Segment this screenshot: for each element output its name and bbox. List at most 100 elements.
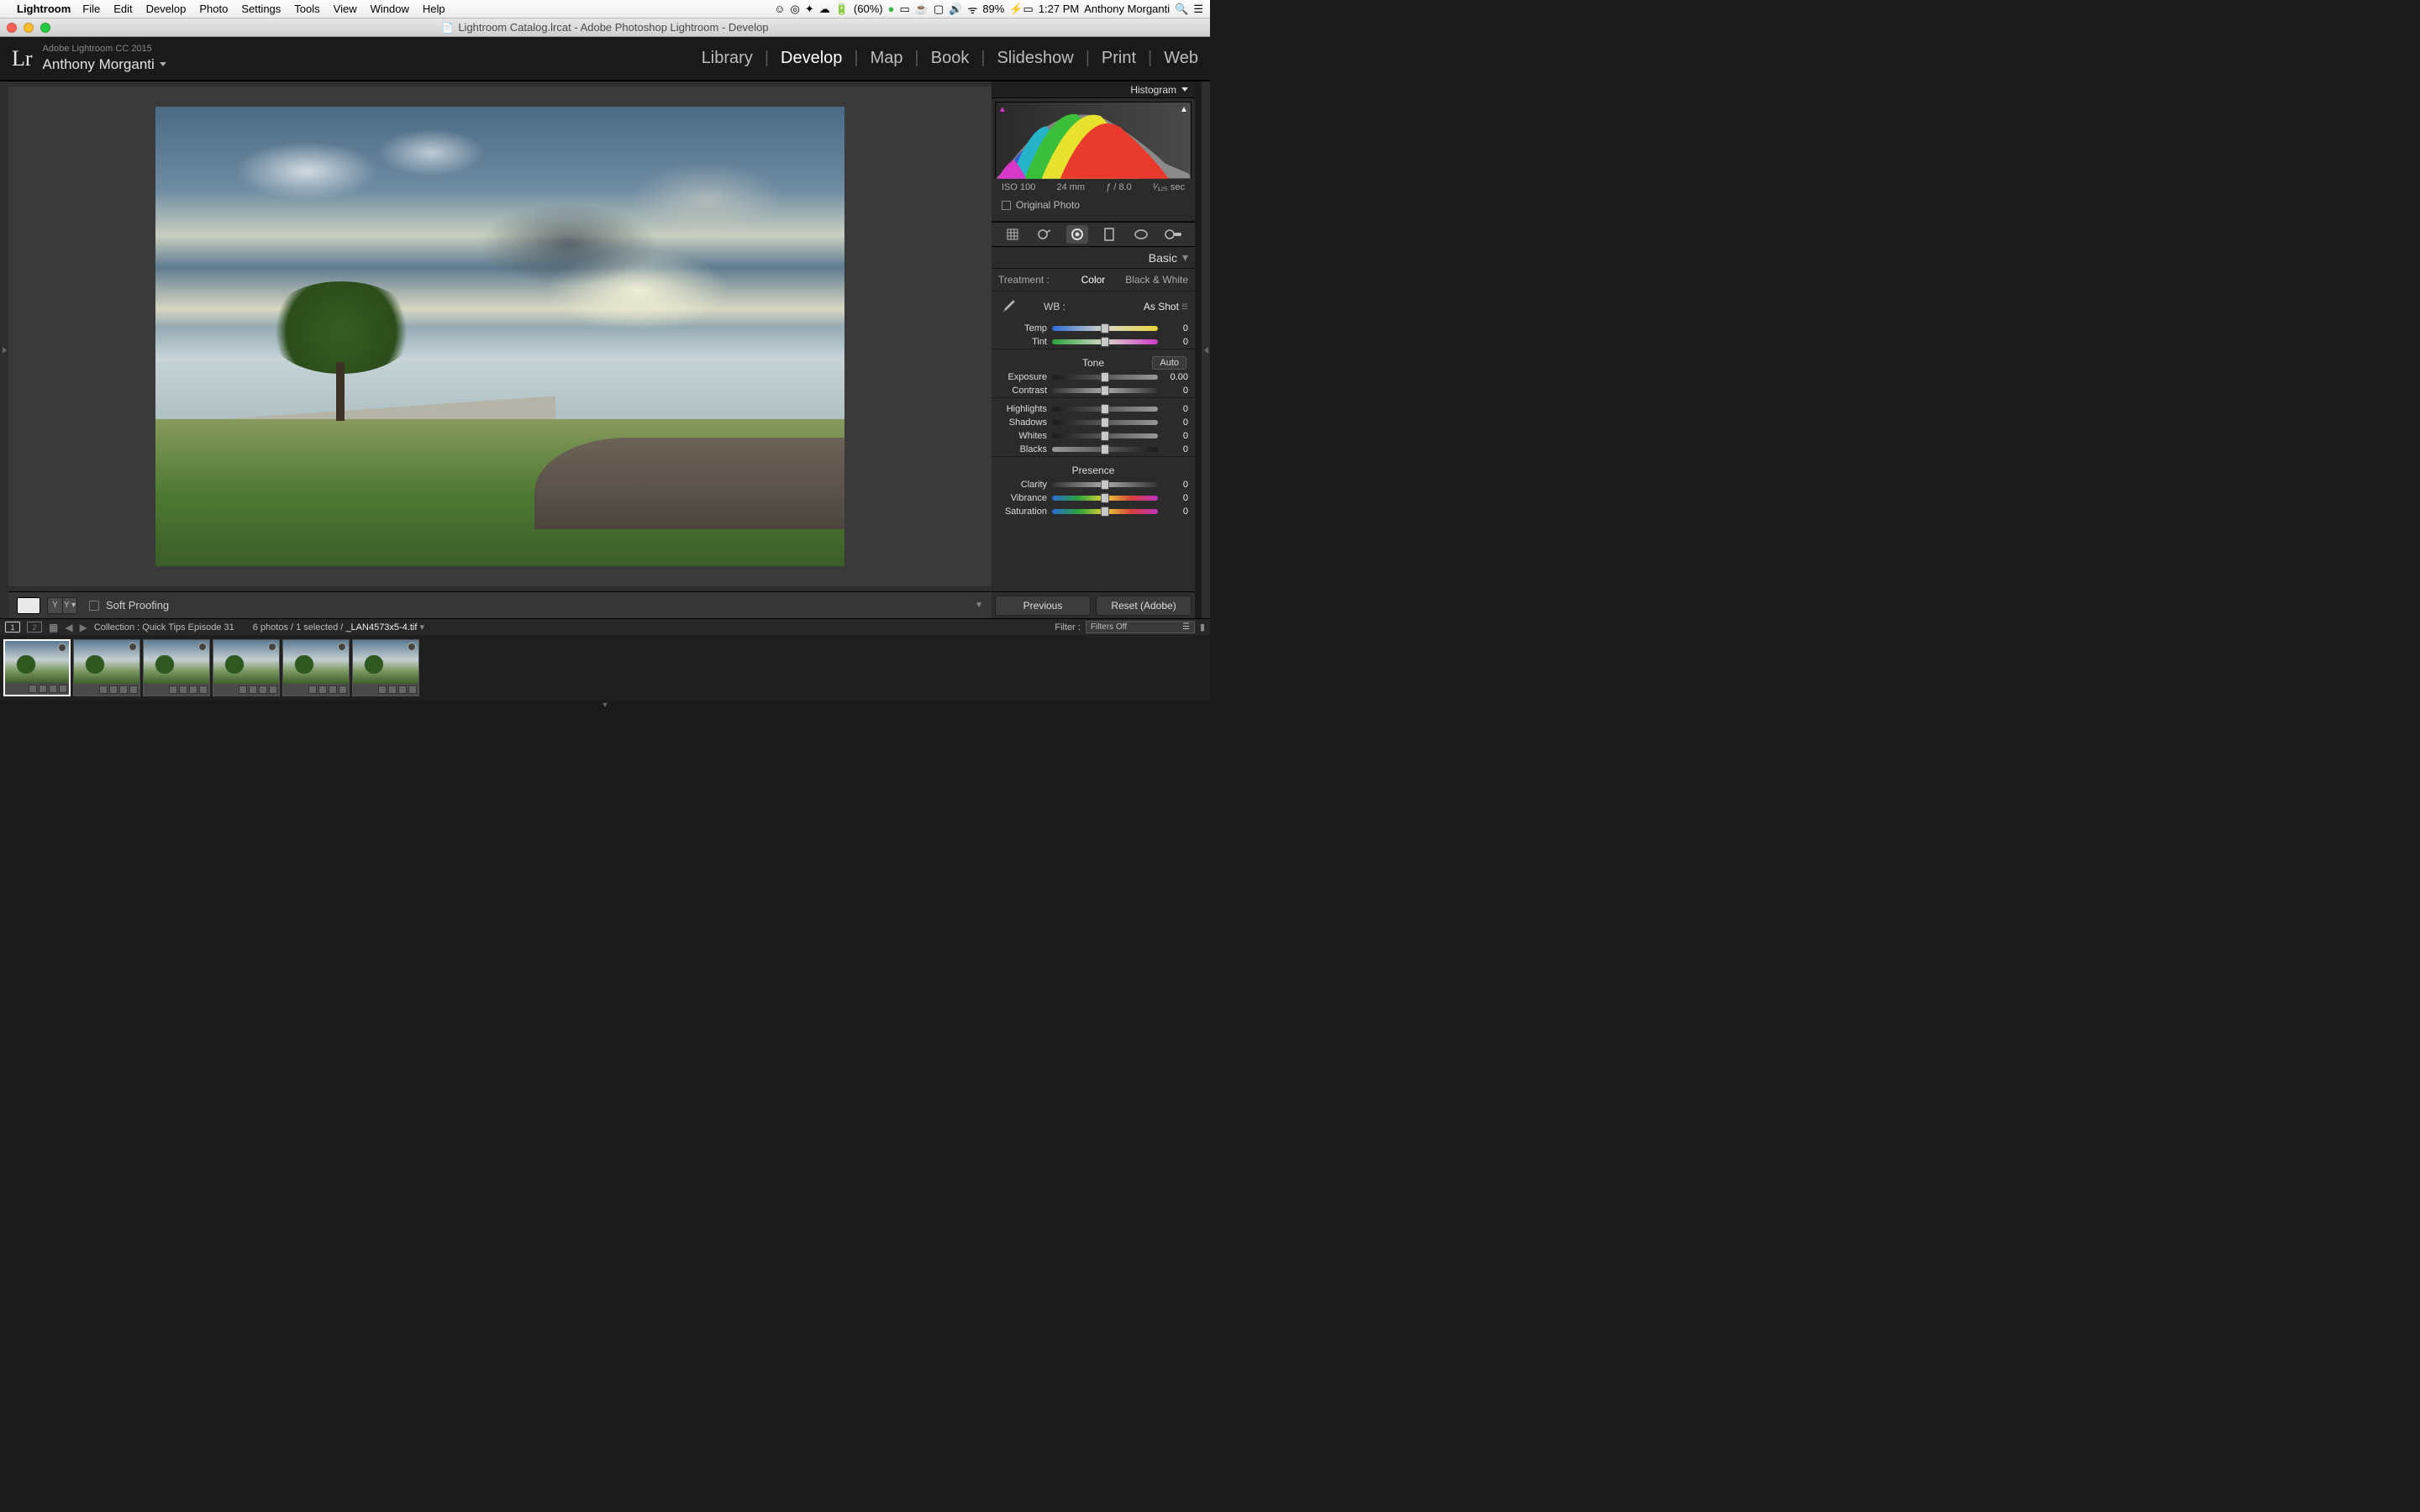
secondary-display-button[interactable]: 2: [27, 622, 42, 633]
user-menu[interactable]: Anthony Morganti: [1084, 3, 1170, 15]
treatment-color[interactable]: Color: [1081, 274, 1106, 286]
status-dot-icon[interactable]: ●: [888, 3, 895, 15]
nav-back-icon[interactable]: ◀: [65, 622, 72, 633]
left-panel-toggle[interactable]: [0, 81, 8, 618]
close-window-button[interactable]: [7, 23, 17, 33]
temp-slider[interactable]: [1052, 326, 1158, 331]
primary-display-button[interactable]: 1: [5, 622, 20, 633]
spotlight-icon[interactable]: 🔍: [1175, 3, 1188, 16]
airplay-icon[interactable]: ▢: [934, 3, 944, 16]
module-slideshow[interactable]: Slideshow: [997, 49, 1074, 68]
adjustment-brush-tool-icon[interactable]: [1163, 225, 1185, 244]
filmstrip-thumb[interactable]: [282, 639, 350, 696]
grid-view-icon[interactable]: ▦: [49, 622, 58, 633]
basic-collapse-icon[interactable]: ▾: [1182, 250, 1188, 265]
tint-slider[interactable]: [1052, 339, 1158, 344]
spot-removal-tool-icon[interactable]: [1034, 225, 1055, 244]
clock[interactable]: 1:27 PM: [1039, 3, 1079, 15]
loupe-view-button[interactable]: [17, 597, 40, 614]
menu-file[interactable]: File: [82, 3, 100, 15]
original-photo-checkbox[interactable]: [1002, 201, 1011, 210]
previous-button[interactable]: Previous: [995, 596, 1091, 616]
blacks-value[interactable]: 0: [1163, 444, 1188, 454]
module-book[interactable]: Book: [931, 49, 970, 68]
clarity-value[interactable]: 0: [1163, 480, 1188, 490]
filmstrip-thumb[interactable]: [352, 639, 419, 696]
filmstrip[interactable]: [0, 635, 1210, 701]
caffeine-icon[interactable]: ☕: [915, 3, 929, 16]
exposure-value[interactable]: 0.00: [1163, 372, 1188, 382]
blacks-slider[interactable]: [1052, 447, 1158, 452]
radial-filter-tool-icon[interactable]: [1130, 225, 1152, 244]
white-balance-picker-icon[interactable]: [998, 297, 1018, 317]
module-library[interactable]: Library: [702, 49, 753, 68]
filename-dropdown-icon[interactable]: ▾: [420, 622, 425, 633]
toolbar-menu-icon[interactable]: ▼: [975, 601, 983, 610]
module-map[interactable]: Map: [871, 49, 903, 68]
filmstrip-thumb[interactable]: [143, 639, 210, 696]
clarity-slider[interactable]: [1052, 482, 1158, 487]
filmstrip-thumb[interactable]: [73, 639, 140, 696]
before-after-buttons[interactable]: YY ▾: [47, 597, 77, 614]
identity-user[interactable]: Anthony Morganti: [43, 55, 155, 74]
saturation-slider[interactable]: [1052, 509, 1158, 514]
temp-value[interactable]: 0: [1163, 323, 1188, 333]
laptop-battery-icon[interactable]: 🔋: [835, 3, 849, 16]
filmstrip-thumb[interactable]: [213, 639, 280, 696]
right-panel-scrollbar[interactable]: [1195, 81, 1202, 618]
histogram-collapse-icon[interactable]: [1181, 87, 1188, 92]
wb-dropdown[interactable]: As Shot ☰: [1144, 301, 1188, 312]
menu-photo[interactable]: Photo: [199, 3, 228, 15]
utility-icon[interactable]: ✦: [805, 3, 814, 16]
whites-slider[interactable]: [1052, 433, 1158, 438]
reset-button[interactable]: Reset (Adobe): [1096, 596, 1192, 616]
filter-lock-icon[interactable]: ▮: [1200, 622, 1205, 633]
redeye-tool-icon[interactable]: [1066, 225, 1088, 244]
battery-charging-icon[interactable]: ⚡▭: [1009, 3, 1033, 16]
tint-value[interactable]: 0: [1163, 337, 1188, 347]
shadows-slider[interactable]: [1052, 420, 1158, 425]
minimize-window-button[interactable]: [24, 23, 34, 33]
creative-cloud-icon[interactable]: ◎: [790, 3, 799, 16]
displays-icon[interactable]: ▭: [899, 3, 909, 16]
app-menu[interactable]: Lightroom: [17, 3, 71, 15]
vibrance-slider[interactable]: [1052, 496, 1158, 501]
soft-proofing-checkbox[interactable]: [89, 601, 99, 611]
highlights-value[interactable]: 0: [1163, 404, 1188, 414]
menu-settings[interactable]: Settings: [241, 3, 281, 15]
dropbox-icon[interactable]: ☺: [774, 3, 785, 15]
auto-tone-button[interactable]: Auto: [1152, 356, 1186, 370]
source-label[interactable]: Collection : Quick Tips Episode 31: [94, 622, 234, 633]
notification-center-icon[interactable]: ☰: [1193, 3, 1203, 16]
wifi-icon[interactable]: ᯤ: [967, 2, 977, 17]
zoom-window-button[interactable]: [40, 23, 50, 33]
menu-help[interactable]: Help: [423, 3, 445, 15]
graduated-filter-tool-icon[interactable]: [1098, 225, 1120, 244]
exposure-slider[interactable]: [1052, 375, 1158, 380]
right-panel-toggle[interactable]: [1202, 81, 1210, 618]
basic-panel-title[interactable]: Basic: [1149, 251, 1177, 265]
current-filename[interactable]: _LAN4573x5-4.tif: [345, 622, 417, 633]
filmstrip-thumb[interactable]: [3, 639, 71, 696]
module-develop[interactable]: Develop: [781, 49, 842, 68]
shadows-value[interactable]: 0: [1163, 417, 1188, 428]
identity-dropdown-icon[interactable]: [160, 62, 166, 66]
nav-forward-icon[interactable]: ▶: [80, 622, 87, 633]
saturation-value[interactable]: 0: [1163, 507, 1188, 517]
crop-tool-icon[interactable]: [1002, 225, 1023, 244]
whites-value[interactable]: 0: [1163, 431, 1188, 441]
filmstrip-collapse-icon[interactable]: ▼: [0, 701, 1210, 709]
menu-tools[interactable]: Tools: [294, 3, 319, 15]
highlights-slider[interactable]: [1052, 407, 1158, 412]
menu-develop[interactable]: Develop: [146, 3, 187, 15]
menu-window[interactable]: Window: [371, 3, 409, 15]
filter-dropdown[interactable]: Filters Off☰: [1086, 621, 1195, 633]
image-canvas[interactable]: [8, 87, 992, 586]
menu-edit[interactable]: Edit: [113, 3, 132, 15]
cloud-icon[interactable]: ☁: [819, 3, 830, 16]
volume-icon[interactable]: 🔊: [949, 3, 962, 16]
module-web[interactable]: Web: [1164, 49, 1198, 68]
histogram-display[interactable]: ▲ ▲: [995, 102, 1192, 179]
contrast-value[interactable]: 0: [1163, 386, 1188, 396]
contrast-slider[interactable]: [1052, 388, 1158, 393]
